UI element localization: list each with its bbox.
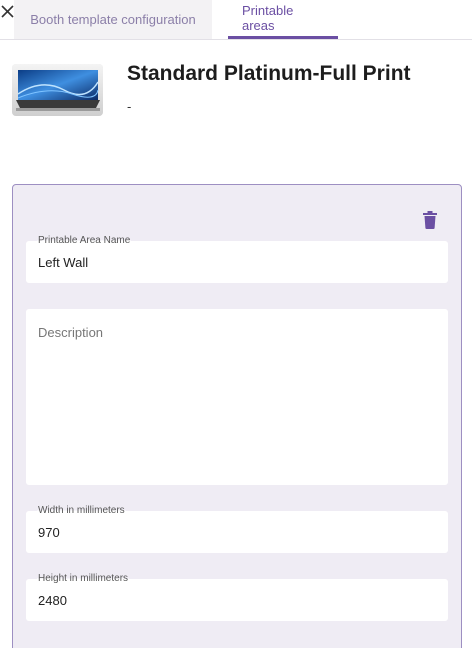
printable-area-card: Printable Area Name Left Wall Descriptio… [12,184,462,648]
width-value: 970 [38,525,60,540]
height-label: Height in millimeters [37,573,130,584]
printable-area-name-label: Printable Area Name [37,235,132,246]
booth-thumbnail [12,64,103,116]
tab-bar: Booth template configuration Printable a… [14,0,338,39]
trash-icon[interactable] [423,211,437,229]
tabs-divider [0,39,472,40]
width-label: Width in millimeters [37,505,126,516]
height-field[interactable]: Height in millimeters 2480 [26,573,448,621]
description-placeholder: Description [38,325,104,340]
printable-area-name-value: Left Wall [38,255,89,270]
printable-areas-panel: Booth template configuration Printable a… [0,0,472,648]
tab-booth-template-configuration[interactable]: Booth template configuration [14,0,212,39]
width-field[interactable]: Width in millimeters 970 [26,505,448,553]
height-value: 2480 [38,593,67,608]
tab-printable-areas[interactable]: Printable areas [228,0,338,39]
product-title: Standard Platinum-Full Print [127,62,411,85]
description-field[interactable]: Description [26,309,448,485]
product-subtitle: - [127,99,132,114]
printable-area-name-field[interactable]: Printable Area Name Left Wall [26,235,448,283]
